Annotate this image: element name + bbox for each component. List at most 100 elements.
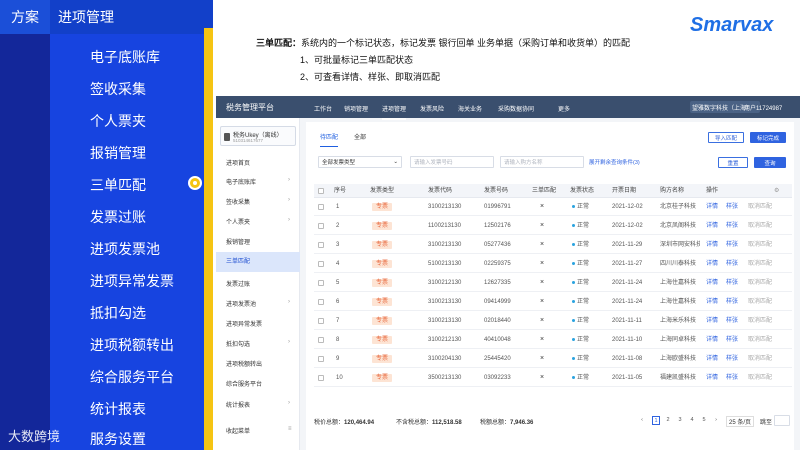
detail-link[interactable]: 详情	[706, 236, 718, 254]
nav-tab[interactable]: 海关业务	[458, 104, 482, 113]
cancel-match-link[interactable]: 取消匹配	[748, 293, 772, 311]
sample-link[interactable]: 样张	[726, 198, 738, 216]
sample-link[interactable]: 样张	[726, 217, 738, 235]
detail-link[interactable]: 详情	[706, 350, 718, 368]
menu-item[interactable]: 个人票夹	[90, 111, 146, 131]
menu-item[interactable]: 抵扣勾选	[90, 303, 146, 323]
side-item[interactable]: 进项发票池	[226, 299, 256, 308]
tab-pending[interactable]: 待匹配	[320, 132, 339, 147]
page-size-select[interactable]: 25 条/页	[726, 416, 755, 427]
sample-link[interactable]: 样张	[726, 255, 738, 273]
import-match-button[interactable]: 导入匹配	[708, 132, 744, 143]
table-row[interactable]: 3 专票 3100213130 05277436 × 正常 2021-11-29 深圳市网安科…	[314, 236, 792, 254]
sample-link[interactable]: 样张	[726, 274, 738, 292]
select-all-checkbox[interactable]	[318, 188, 324, 194]
nav-tab[interactable]: 采购数据协同	[498, 104, 534, 113]
side-item[interactable]: 报销管理	[226, 237, 250, 246]
menu-item[interactable]: 进项发票池	[90, 239, 160, 259]
settings-gear-icon[interactable]: ⚙	[774, 184, 779, 198]
cancel-match-link[interactable]: 取消匹配	[748, 369, 772, 387]
page-number[interactable]: 1	[652, 416, 660, 425]
table-row[interactable]: 4 专票 5100213130 02259375 × 正常 2021-11-27 四川川泰科技…	[314, 255, 792, 273]
nav-tab[interactable]: 工作台	[314, 104, 332, 113]
side-item[interactable]: 签收采集	[226, 197, 250, 206]
row-checkbox[interactable]	[318, 280, 324, 286]
sample-link[interactable]: 样张	[726, 369, 738, 387]
side-item[interactable]: 综合服务平台	[226, 379, 262, 388]
collapse-icon[interactable]: ≡	[288, 426, 292, 432]
side-item-selected[interactable]: 三单匹配	[216, 252, 300, 272]
menu-item-current[interactable]: 三单匹配	[90, 175, 146, 195]
reset-button[interactable]: 重置	[718, 157, 748, 168]
side-item[interactable]: 发票过账	[226, 279, 250, 288]
page-number[interactable]: 2	[664, 416, 672, 425]
cancel-match-link[interactable]: 取消匹配	[748, 198, 772, 216]
sample-link[interactable]: 样张	[726, 312, 738, 330]
detail-link[interactable]: 详情	[706, 293, 718, 311]
company-name[interactable]: 望雅数字科技（上海）	[692, 103, 752, 112]
user-name[interactable]: 用户11724987	[744, 103, 782, 112]
table-row[interactable]: 9 专票 3100204130 25445420 × 正常 2021-11-08 上海欧盛科技…	[314, 350, 792, 368]
row-checkbox[interactable]	[318, 261, 324, 267]
table-row[interactable]: 2 专票 1100213130 12502176 × 正常 2021-12-02 北京凤阁科技…	[314, 217, 792, 235]
side-item[interactable]: 统计报表	[226, 400, 250, 409]
table-row[interactable]: 6 专票 3100213130 09414999 × 正常 2021-11-24 上海住嘉科技…	[314, 293, 792, 311]
detail-link[interactable]: 详情	[706, 331, 718, 349]
ukey-card[interactable]: 税务Ukey（离线） 510314617677	[220, 126, 296, 146]
menu-item[interactable]: 发票过账	[90, 207, 146, 227]
cancel-match-link[interactable]: 取消匹配	[748, 236, 772, 254]
side-item[interactable]: 进项首页	[226, 158, 250, 167]
tab-all[interactable]: 全部	[354, 132, 366, 141]
mark-done-button[interactable]: 标记完成	[750, 132, 786, 143]
row-checkbox[interactable]	[318, 242, 324, 248]
nav-tab-more[interactable]: 更多	[558, 104, 570, 113]
invoice-number-input[interactable]: 请输入发票号码	[410, 156, 494, 168]
row-checkbox[interactable]	[318, 356, 324, 362]
nav-tab[interactable]: 销项管理	[344, 104, 368, 113]
cancel-match-link[interactable]: 取消匹配	[748, 350, 772, 368]
sample-link[interactable]: 样张	[726, 293, 738, 311]
detail-link[interactable]: 详情	[706, 312, 718, 330]
sample-link[interactable]: 样张	[726, 350, 738, 368]
prev-page-icon[interactable]: ‹	[638, 416, 646, 425]
query-button[interactable]: 查询	[754, 157, 786, 168]
menu-item[interactable]: 签收采集	[90, 79, 146, 99]
nav-tab-active[interactable]: 进项管理	[382, 104, 407, 120]
menu-item[interactable]: 综合服务平台	[90, 367, 174, 387]
detail-link[interactable]: 详情	[706, 369, 718, 387]
row-checkbox[interactable]	[318, 299, 324, 305]
collapse-menu[interactable]: 收起菜单	[226, 426, 250, 435]
invoice-type-select[interactable]: 全部发票类型 ⌄	[318, 156, 402, 168]
side-item[interactable]: 电子底账库	[226, 177, 256, 186]
table-row[interactable]: 5 专票 3100212130 12627335 × 正常 2021-11-24 上海住嘉科技…	[314, 274, 792, 292]
menu-item[interactable]: 进项异常发票	[90, 271, 174, 291]
row-checkbox[interactable]	[318, 204, 324, 210]
menu-item[interactable]: 统计报表	[90, 399, 146, 419]
table-row[interactable]: 8 专票 3100212130 40410048 × 正常 2021-11-10 上海同卓科技…	[314, 331, 792, 349]
page-number[interactable]: 4	[688, 416, 696, 425]
buyer-name-input[interactable]: 请输入购方名称	[500, 156, 584, 168]
page-number[interactable]: 3	[676, 416, 684, 425]
detail-link[interactable]: 详情	[706, 255, 718, 273]
menu-item[interactable]: 电子底账库	[90, 47, 160, 67]
sample-link[interactable]: 样张	[726, 331, 738, 349]
detail-link[interactable]: 详情	[706, 217, 718, 235]
goto-page-input[interactable]	[774, 415, 790, 426]
cancel-match-link[interactable]: 取消匹配	[748, 312, 772, 330]
nav-tab[interactable]: 发票风险	[420, 104, 444, 113]
menu-item[interactable]: 进项税额转出	[90, 335, 174, 355]
cancel-match-link[interactable]: 取消匹配	[748, 274, 772, 292]
sample-link[interactable]: 样张	[726, 236, 738, 254]
row-checkbox[interactable]	[318, 337, 324, 343]
page-number[interactable]: 5	[700, 416, 708, 425]
side-item[interactable]: 个人票夹	[226, 217, 250, 226]
next-page-icon[interactable]: ›	[712, 416, 720, 425]
expand-filters-link[interactable]: 展开剩余查询条件(3)	[589, 158, 640, 166]
table-row[interactable]: 1 专票 3100213130 01996791 × 正常 2021-12-02 北京桂子科技…	[314, 198, 792, 216]
cancel-match-link[interactable]: 取消匹配	[748, 217, 772, 235]
row-checkbox[interactable]	[318, 318, 324, 324]
menu-item[interactable]: 报销管理	[90, 143, 146, 163]
side-item[interactable]: 进项税额转出	[226, 359, 262, 368]
detail-link[interactable]: 详情	[706, 198, 718, 216]
table-row[interactable]: 10 专票 3500213130 03092233 × 正常 2021-11-05 福建凯盛科…	[314, 369, 792, 387]
